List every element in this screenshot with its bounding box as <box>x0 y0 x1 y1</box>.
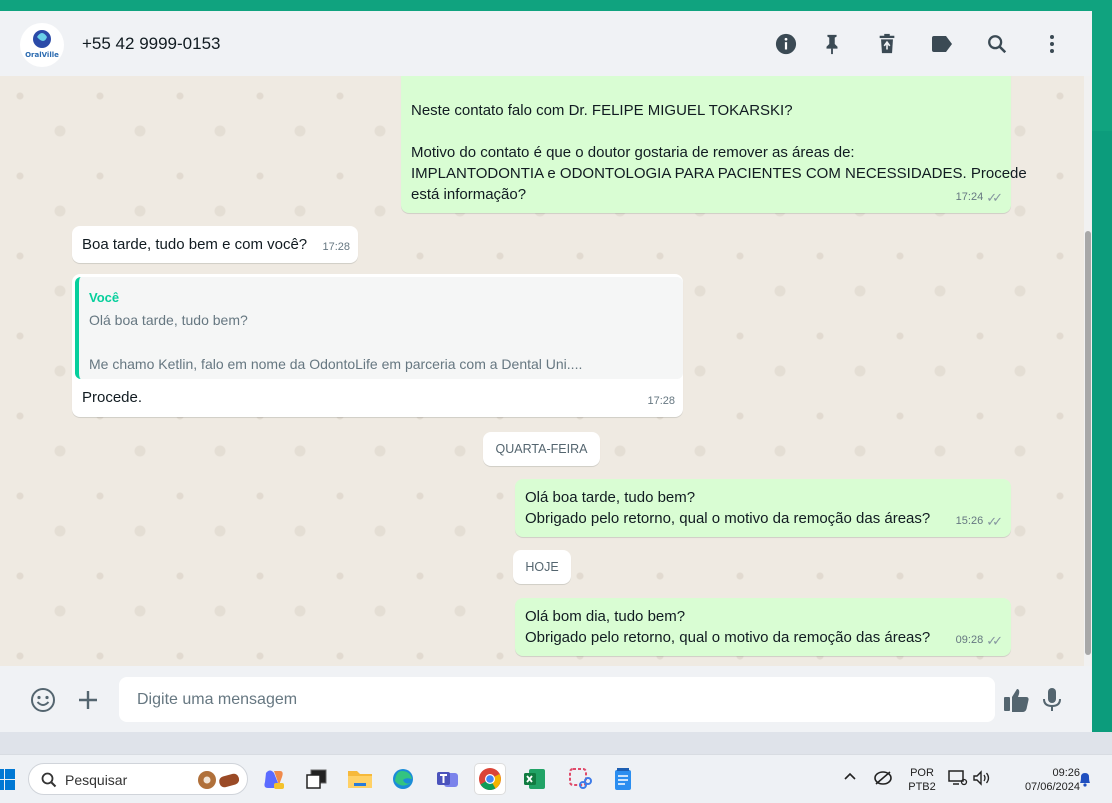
quote-author: Você <box>89 290 120 305</box>
microphone-icon[interactable] <box>1038 686 1066 714</box>
chat-header: OralVille +55 42 9999-0153 <box>0 11 1092 77</box>
double-check-icon: ✓✓ <box>986 190 1003 205</box>
message-text: Olá boa tarde, tudo bem? <box>525 489 696 506</box>
language-code: POR <box>910 767 934 779</box>
chrome-icon[interactable] <box>475 764 505 794</box>
time-label: 09:28 <box>955 634 984 646</box>
task-view-icon[interactable] <box>302 764 332 794</box>
search-icon <box>41 772 57 788</box>
double-check-icon: ✓✓ <box>986 514 1003 529</box>
show-hidden-icons[interactable] <box>843 771 857 785</box>
attach-plus-icon[interactable] <box>74 686 102 714</box>
message-outgoing[interactable]: Neste contato falo com Dr. FELIPE MIGUEL… <box>401 76 1027 213</box>
clock-date: 07/06/2024 <box>1024 781 1080 793</box>
windows-start-icon[interactable] <box>0 769 16 796</box>
network-off-icon[interactable] <box>873 770 893 790</box>
chat-window: OralVille +55 42 9999-0153 Neste contato… <box>0 11 1092 732</box>
quote-text: Me chamo Ketlin, falo em nome da OdontoL… <box>89 356 583 372</box>
label-icon[interactable] <box>929 31 955 57</box>
message-text: Procede. <box>82 389 143 406</box>
message-text: Neste contato falo com Dr. FELIPE MIGUEL… <box>411 102 793 119</box>
clock-time: 09:26 <box>1052 767 1080 779</box>
time-label: 17:24 <box>955 191 984 203</box>
time-label: 15:26 <box>955 515 984 527</box>
avatar-logo-text: OralVille <box>25 51 59 59</box>
message-list[interactable]: Neste contato falo com Dr. FELIPE MIGUEL… <box>0 76 1092 666</box>
info-icon[interactable] <box>773 31 799 57</box>
message-text: está informação? <box>411 186 527 203</box>
avatar-logo-icon <box>33 30 51 48</box>
date-divider: HOJE <box>513 550 571 584</box>
teams-icon[interactable] <box>433 764 463 794</box>
message-incoming-reply[interactable]: Você Olá boa tarde, tudo bem? Me chamo K… <box>72 274 683 417</box>
language-indicator[interactable]: POR PTB2 <box>904 766 940 794</box>
window-right-strip <box>1092 11 1112 131</box>
time-label: 17:28 <box>322 241 350 253</box>
message-text: Obrigado pelo retorno, qual o motivo da … <box>525 629 931 646</box>
scrollbar-thumb[interactable] <box>1085 231 1091 655</box>
keyboard-layout: PTB2 <box>908 781 936 793</box>
message-timestamp: 17:24 ✓✓ <box>956 187 1003 208</box>
message-input[interactable] <box>119 677 995 722</box>
search-label: Pesquisar <box>65 772 128 788</box>
snipping-tool-icon[interactable] <box>565 764 595 794</box>
delete-icon[interactable] <box>874 31 900 57</box>
window-top-strip <box>0 0 1112 11</box>
display-icon[interactable] <box>948 770 968 790</box>
double-check-icon: ✓✓ <box>986 633 1003 648</box>
message-timestamp: 09:28 ✓✓ <box>956 630 1003 651</box>
message-outgoing[interactable]: Olá boa tarde, tudo bem? Obrigado pelo r… <box>515 479 1011 537</box>
message-text: Boa tarde, tudo bem e com você? <box>82 236 308 253</box>
quote-text: Olá boa tarde, tudo bem? <box>89 312 248 328</box>
message-text: Motivo do contato é que o doutor gostari… <box>411 144 855 161</box>
search-icon[interactable] <box>984 31 1010 57</box>
message-timestamp: 17:28 <box>647 391 675 412</box>
message-timestamp: 15:26 ✓✓ <box>956 511 1003 532</box>
contact-name[interactable]: +55 42 9999-0153 <box>82 34 221 54</box>
message-timestamp: 17:28 <box>322 237 350 258</box>
menu-icon[interactable] <box>1039 31 1065 57</box>
volume-icon[interactable] <box>972 770 992 790</box>
emoji-icon[interactable] <box>29 686 57 714</box>
clock[interactable]: 09:26 07/06/2024 <box>1000 766 1080 794</box>
message-text: IMPLANTODONTIA e ODONTOLOGIA PARA PACIEN… <box>411 165 1027 182</box>
scrollbar[interactable] <box>1084 76 1092 666</box>
search-highlight-icon <box>198 771 240 789</box>
message-text: Olá bom dia, tudo bem? <box>525 608 686 625</box>
notification-bell-icon[interactable] <box>1078 771 1092 791</box>
desktop-gap <box>0 732 1112 754</box>
notepad-icon[interactable] <box>608 764 638 794</box>
date-divider: QUARTA-FEIRA <box>483 432 600 466</box>
pin-icon[interactable] <box>819 31 845 57</box>
edge-icon[interactable] <box>388 764 418 794</box>
taskbar: Pesquisar POR PTB2 09:26 07/06/2024 <box>0 754 1112 803</box>
thumbs-up-icon[interactable] <box>1003 686 1031 714</box>
message-text: Obrigado pelo retorno, qual o motivo da … <box>525 510 931 527</box>
composer <box>0 666 1092 732</box>
quoted-message[interactable]: Você Olá boa tarde, tudo bem? Me chamo K… <box>75 277 683 379</box>
message-outgoing[interactable]: Olá bom dia, tudo bem? Obrigado pelo ret… <box>515 598 1011 656</box>
taskbar-search[interactable]: Pesquisar <box>28 763 248 795</box>
file-explorer-icon[interactable] <box>345 764 375 794</box>
avatar[interactable]: OralVille <box>20 23 64 67</box>
message-incoming[interactable]: Boa tarde, tudo bem e com você? 17:28 <box>72 226 358 263</box>
copilot-icon[interactable] <box>259 764 289 794</box>
time-label: 17:28 <box>647 395 675 407</box>
excel-icon[interactable] <box>520 764 550 794</box>
